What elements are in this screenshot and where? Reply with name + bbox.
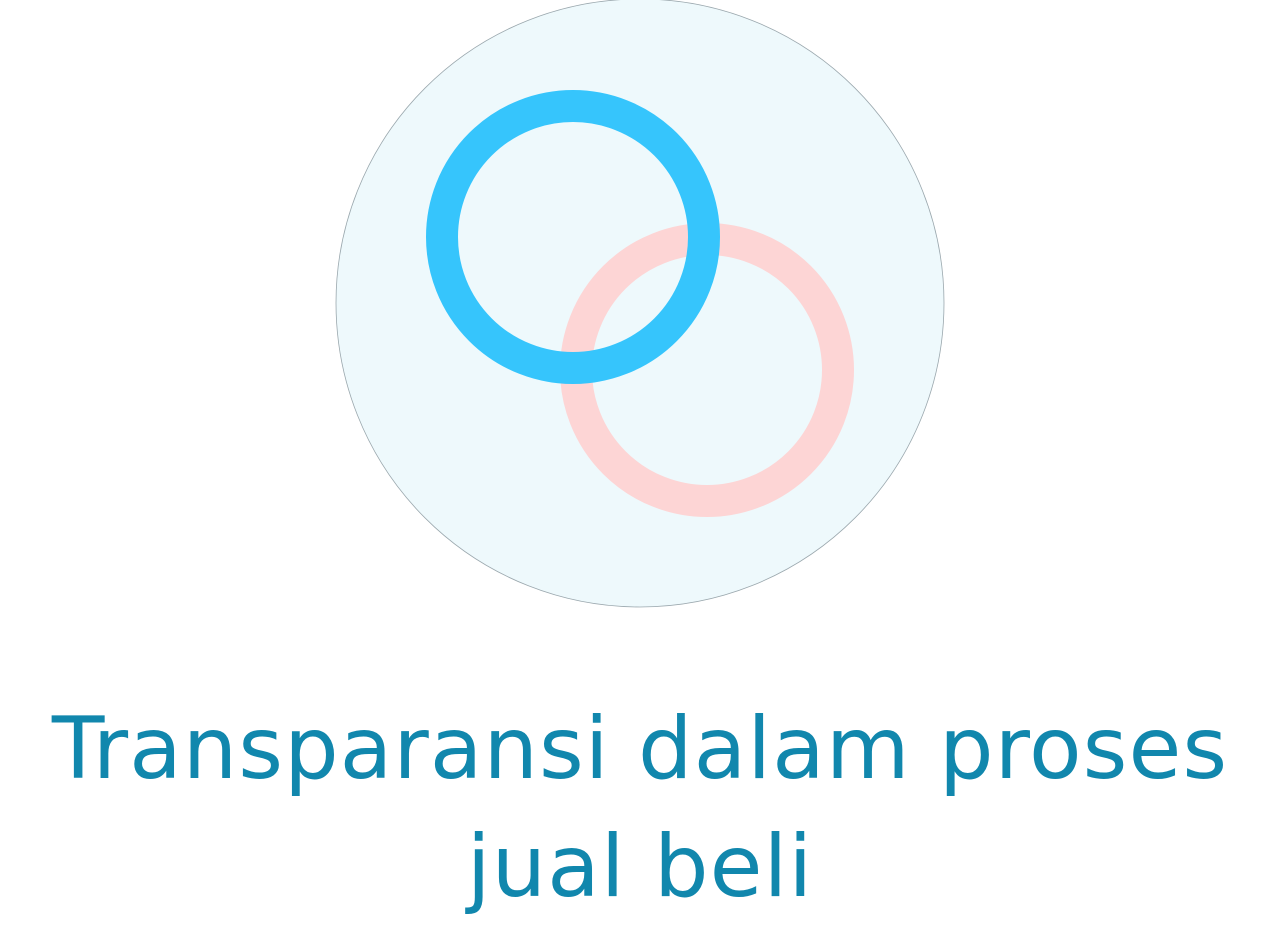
- background-circle: [335, 0, 945, 608]
- feature-caption: Transparansi dalam proses jual beli: [0, 690, 1280, 926]
- caption-line-1: Transparansi dalam proses: [51, 699, 1229, 799]
- caption-line-2: jual beli: [466, 817, 814, 917]
- feature-card: Transparansi dalam proses jual beli: [0, 0, 1280, 944]
- transparency-illustration: [335, 0, 945, 608]
